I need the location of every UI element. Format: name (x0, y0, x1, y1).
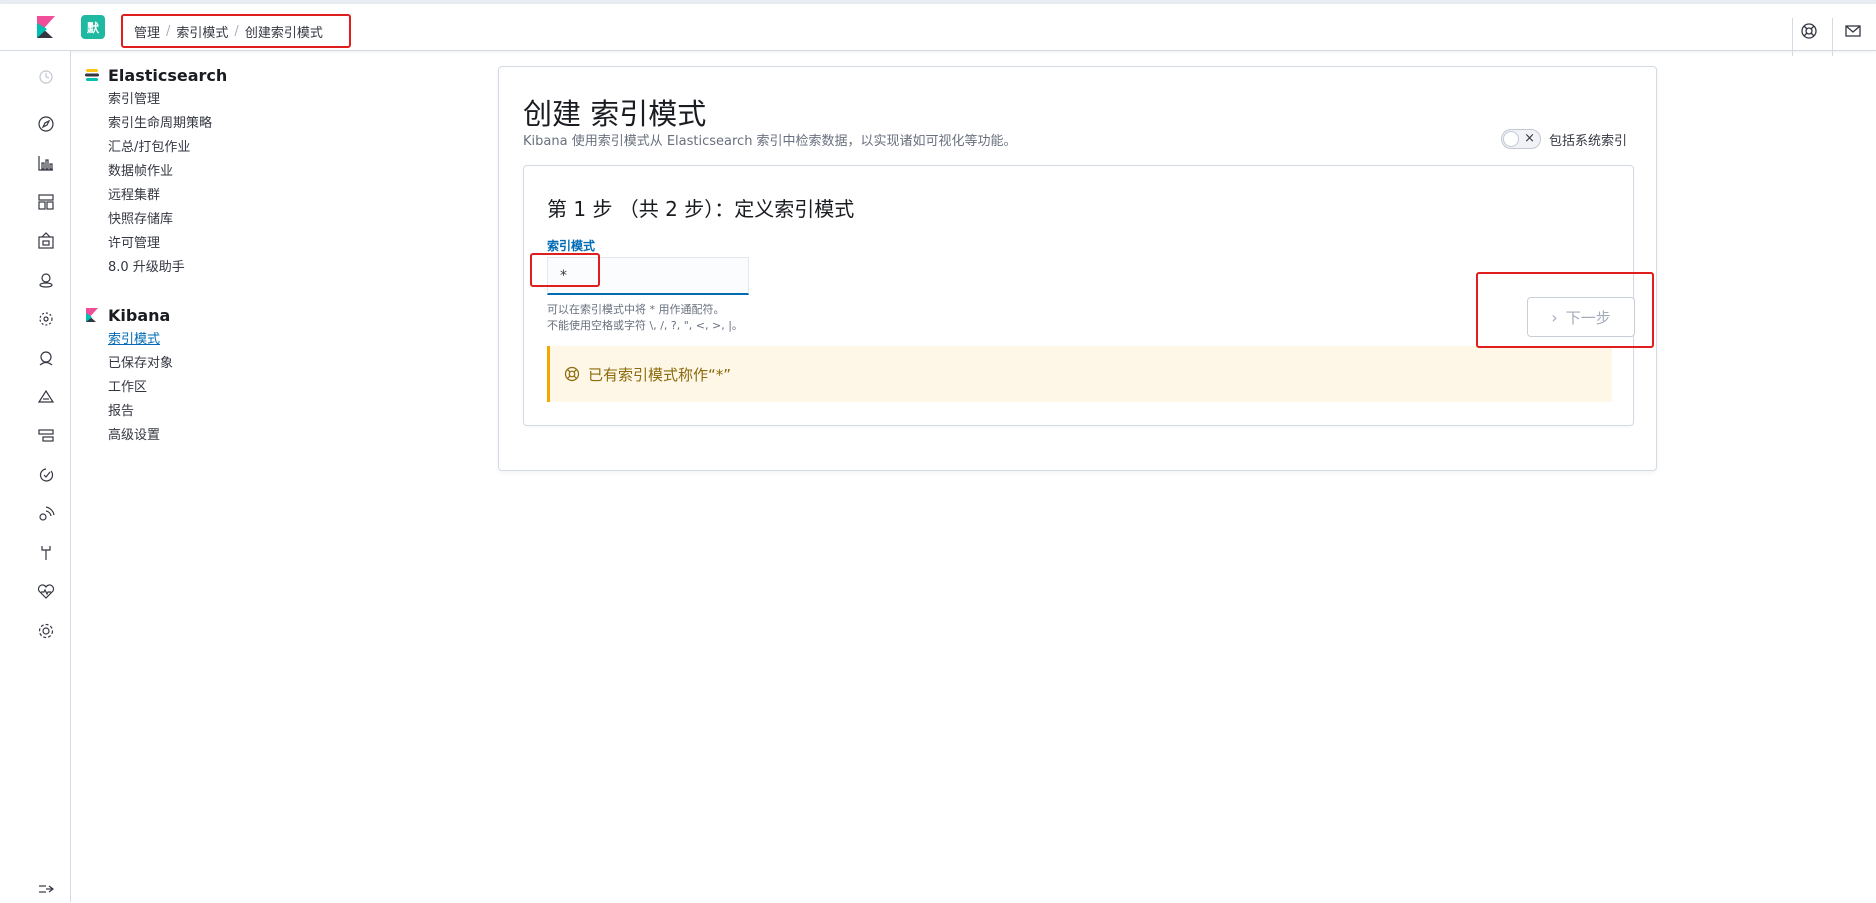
infra-icon[interactable] (36, 426, 56, 446)
sidebar-item-ilm-policies[interactable]: 索引生命周期策略 (84, 112, 384, 136)
monitoring-icon[interactable] (36, 582, 56, 602)
breadcrumb-current: 创建索引模式 (244, 25, 323, 41)
help-lifebuoy-icon[interactable] (1800, 22, 1818, 40)
header-divider (1792, 18, 1793, 56)
nav-rail (0, 51, 71, 902)
warning-callout: 已有索引模式称作“*” (547, 346, 1612, 402)
callout-text: 已有索引模式称作“*” (588, 365, 732, 384)
sidebar-item-index-management[interactable]: 索引管理 (84, 88, 384, 112)
header-divider (1832, 18, 1833, 56)
page-title: 创建 索引模式 (523, 97, 707, 131)
sidebar-item-advanced-settings[interactable]: 高级设置 (84, 424, 384, 448)
toggle-label[interactable]: 包括系统索引 (1549, 130, 1627, 149)
sidebar-group-elasticsearch: Elasticsearch (84, 62, 384, 88)
index-pattern-label: 索引模式 (547, 239, 596, 253)
visualize-icon[interactable] (36, 153, 56, 173)
page-description: Kibana 使用索引模式从 Elasticsearch 索引中检索数据，以实现… (523, 134, 1017, 149)
close-icon: × (1524, 131, 1535, 146)
elasticsearch-logo-icon (84, 67, 100, 83)
breadcrumb-separator: / (166, 23, 171, 39)
toggle-switch[interactable]: × (1501, 129, 1541, 149)
index-pattern-help: 可以在索引模式中将 * 用作通配符。 不能使用空格或字符 \, /, ?, ",… (547, 302, 743, 334)
help-lifebuoy-icon (564, 366, 580, 382)
breadcrumb-management[interactable]: 管理 (134, 22, 160, 41)
management-icon[interactable] (36, 621, 56, 641)
sidebar-group-title: Elasticsearch (108, 65, 228, 85)
help-line-wildcard: 可以在索引模式中将 * 用作通配符。 (547, 303, 725, 316)
include-system-indices-toggle[interactable]: × 包括系统索引 (1501, 129, 1627, 149)
sidebar-item-saved-objects[interactable]: 已保存对象 (84, 352, 384, 376)
mail-icon[interactable] (1844, 22, 1862, 40)
sidebar-group-title: Kibana (108, 305, 171, 325)
sidebar-item-index-patterns[interactable]: 索引模式 (84, 328, 384, 352)
kibana-logo-icon (84, 307, 100, 323)
breadcrumb: 管理 / 索引模式 / 创建索引模式 (121, 14, 351, 48)
help-line-invalid-chars: 不能使用空格或字符 \, /, ?, ", <, >, |。 (547, 319, 743, 332)
toggle-knob (1503, 131, 1519, 147)
maps-icon[interactable] (36, 270, 56, 290)
collapse-icon[interactable] (36, 879, 56, 899)
sidebar-item-transform-jobs[interactable]: 数据帧作业 (84, 160, 384, 184)
clock-icon[interactable] (36, 67, 56, 87)
sidebar-group-kibana: Kibana (84, 302, 384, 328)
management-sidebar: Elasticsearch 索引管理 索引生命周期策略 汇总/打包作业 数据帧作… (84, 62, 384, 448)
uptime-icon[interactable] (36, 465, 56, 485)
sidebar-item-remote-clusters[interactable]: 远程集群 (84, 184, 384, 208)
sidebar-item-spaces[interactable]: 工作区 (84, 376, 384, 400)
button-highlight-box (1476, 272, 1654, 348)
breadcrumb-separator: / (234, 23, 239, 39)
kibana-logo-icon[interactable] (34, 15, 58, 39)
sidebar-item-reporting[interactable]: 报告 (84, 400, 384, 424)
step-title: 第 1 步 （共 2 步）：定义索引模式 (547, 197, 855, 221)
canvas-icon[interactable] (36, 231, 56, 251)
sidebar-item-rollup-jobs[interactable]: 汇总/打包作业 (84, 136, 384, 160)
devtools-icon[interactable] (36, 543, 56, 563)
create-index-pattern-panel: 创建 索引模式 Kibana 使用索引模式从 Elasticsearch 索引中… (498, 66, 1657, 471)
ml-icon[interactable] (36, 309, 56, 329)
logs-icon[interactable] (36, 387, 56, 407)
sidebar-item-license[interactable]: 许可管理 (84, 232, 384, 256)
apm-icon[interactable] (36, 348, 56, 368)
header-bar: 默 管理 / 索引模式 / 创建索引模式 (0, 4, 1876, 56)
siem-icon[interactable] (36, 504, 56, 524)
sidebar-item-snapshot-repos[interactable]: 快照存储库 (84, 208, 384, 232)
breadcrumb-index-patterns[interactable]: 索引模式 (176, 22, 228, 41)
sidebar-item-upgrade-assistant[interactable]: 8.0 升级助手 (84, 256, 384, 280)
space-avatar[interactable]: 默 (81, 15, 105, 39)
input-highlight-box (530, 253, 600, 287)
compass-icon[interactable] (36, 114, 56, 134)
step-panel: 第 1 步 （共 2 步）：定义索引模式 索引模式 可以在索引模式中将 * 用作… (523, 165, 1635, 426)
dashboard-icon[interactable] (36, 192, 56, 212)
